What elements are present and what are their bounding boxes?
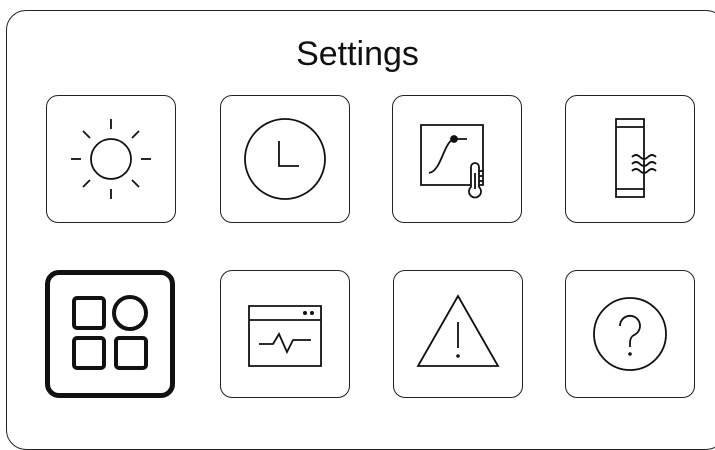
- page-title: Settings: [296, 35, 419, 73]
- tile-brightness[interactable]: [46, 95, 176, 223]
- monitor-pulse-icon: [235, 284, 335, 384]
- water-tank-icon: [580, 109, 680, 209]
- tile-help[interactable]: [565, 270, 695, 398]
- help-question-icon: [580, 284, 680, 384]
- tile-hot-water-tank[interactable]: [565, 95, 695, 223]
- tile-applications[interactable]: [45, 270, 175, 398]
- heating-curve-thermometer-icon: [407, 109, 507, 209]
- warning-triangle-icon: [408, 284, 508, 384]
- sun-icon: [61, 109, 161, 209]
- clock-icon: [235, 109, 335, 209]
- tile-alarms[interactable]: [393, 270, 523, 398]
- apps-grid-icon: [60, 284, 160, 384]
- tile-monitoring[interactable]: [220, 270, 350, 398]
- tile-heating-curve[interactable]: [392, 95, 522, 223]
- tile-time[interactable]: [220, 95, 350, 223]
